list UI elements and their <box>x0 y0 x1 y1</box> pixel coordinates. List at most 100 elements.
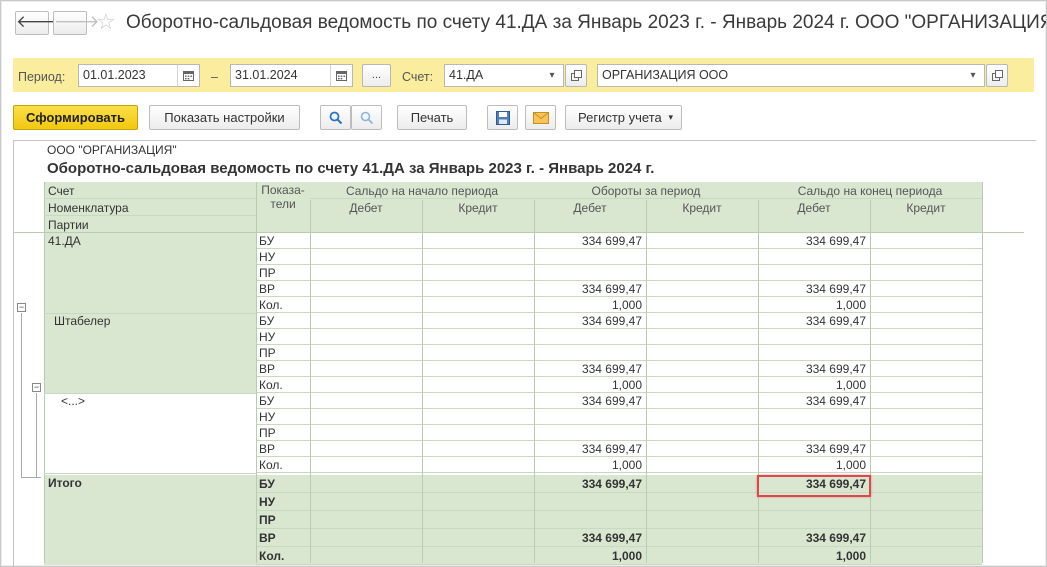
calendar-icon[interactable] <box>330 65 352 86</box>
print-button[interactable]: Печать <box>397 105 467 130</box>
column-divider <box>646 200 647 563</box>
row-indicator: БУ <box>259 477 275 491</box>
closing-debit-value: 334 699,47 <box>805 394 866 408</box>
header-divider <box>44 198 256 199</box>
generate-button[interactable]: Сформировать <box>13 105 138 130</box>
row-label[interactable]: Штабелер <box>54 313 110 329</box>
row-indicator: БУ <box>259 234 275 248</box>
email-button[interactable] <box>525 105 556 130</box>
report-sheet[interactable]: ООО "ОРГАНИЗАЦИЯ" Оборотно-сальдовая вед… <box>13 140 1036 566</box>
turnover-debit-value: 334 699,47 <box>581 314 642 328</box>
header-account: Счет <box>48 184 75 198</box>
organization-field[interactable]: ОРГАНИЗАЦИЯ ООО ▾ <box>597 64 985 87</box>
search-button[interactable] <box>320 105 351 130</box>
turnover-debit-value: 334 699,47 <box>581 477 642 491</box>
row-indicator: НУ <box>259 330 276 344</box>
header-opening-balance: Сальдо на начало периода <box>345 184 499 198</box>
turnover-debit-value: 334 699,47 <box>581 234 642 248</box>
total-row-background <box>256 511 982 529</box>
period-select-button[interactable]: ... <box>362 64 391 87</box>
row-indicator: ВР <box>259 282 276 296</box>
turnover-debit-value: 334 699,47 <box>581 531 642 545</box>
chevron-down-icon[interactable]: ▾ <box>962 65 984 86</box>
report-org: ООО "ОРГАНИЗАЦИЯ" <box>47 143 177 157</box>
tree-line <box>36 393 37 477</box>
period-dash: – <box>211 70 218 84</box>
header-divider <box>44 215 256 216</box>
row-indicator: ВР <box>259 442 276 456</box>
row-indicator: ПР <box>259 513 276 527</box>
column-divider <box>44 182 45 563</box>
turnover-debit-value: 1,000 <box>611 298 642 312</box>
closing-debit-value: 334 699,47 <box>805 362 866 376</box>
row-divider <box>256 564 982 565</box>
row-indicator: ВР <box>259 362 276 376</box>
open-organization-button[interactable] <box>986 64 1008 87</box>
open-icon <box>570 70 582 81</box>
report-title: Оборотно-сальдовая ведомость по счету 41… <box>47 160 655 177</box>
header-batches: Партии <box>48 218 89 232</box>
group-divider <box>44 393 256 394</box>
closing-debit-value: 334 699,47 <box>805 234 866 248</box>
row-indicator: ПР <box>259 346 276 360</box>
header-divider <box>310 198 982 199</box>
row-indicator: Кол. <box>259 378 283 392</box>
save-icon <box>496 111 510 125</box>
column-divider <box>256 182 257 563</box>
date-to-field[interactable]: 31.01.2024 <box>230 64 353 87</box>
turnover-debit-value: 1,000 <box>611 549 642 563</box>
account-field[interactable]: 41.ДА ▾ <box>444 64 564 87</box>
row-label[interactable]: Итого <box>48 475 82 491</box>
closing-debit-value: 1,000 <box>835 378 866 392</box>
row-indicator: Кол. <box>259 549 285 563</box>
row-indicator: ПР <box>259 266 276 280</box>
header-turnover-debit: Дебет <box>573 201 607 215</box>
column-divider <box>758 200 759 563</box>
period-label: Период: <box>18 70 66 84</box>
row-indicator: БУ <box>259 314 275 328</box>
turnover-debit-value: 334 699,47 <box>581 282 642 296</box>
open-icon <box>991 70 1003 81</box>
column-divider <box>422 200 423 563</box>
closing-debit-value: 334 699,47 <box>805 442 866 456</box>
row-indicator: Кол. <box>259 298 283 312</box>
column-divider <box>534 200 535 563</box>
forward-button[interactable]: 🡒 <box>53 11 100 35</box>
row-label[interactable]: <...> <box>61 393 85 409</box>
header-opening-credit: Кредит <box>458 201 498 215</box>
total-row-background <box>256 493 982 511</box>
closing-debit-value: 1,000 <box>835 549 866 563</box>
register-label: Регистр учета <box>578 110 662 125</box>
account-label: Счет: <box>402 70 434 84</box>
tree-line <box>21 313 22 477</box>
register-dropdown-button[interactable]: Регистр учета ▾ <box>565 105 682 130</box>
header-divider <box>14 232 1024 233</box>
turnover-debit-value: 1,000 <box>611 378 642 392</box>
row-label[interactable]: 41.ДА <box>48 233 81 249</box>
collapse-toggle-icon[interactable]: − <box>32 383 41 392</box>
organization-value: ОРГАНИЗАЦИЯ ООО <box>602 68 729 82</box>
favorite-star-icon[interactable]: ☆ <box>96 9 116 35</box>
window: 🡐 🡒 ☆ Оборотно-сальдовая ведомость по сч… <box>0 0 1047 567</box>
envelope-icon <box>533 112 549 124</box>
closing-debit-value: 334 699,47 <box>805 314 866 328</box>
back-button[interactable]: 🡐 <box>15 11 62 35</box>
show-settings-button[interactable]: Показать настройки <box>149 105 300 130</box>
turnover-debit-value: 334 699,47 <box>581 442 642 456</box>
search-icon <box>329 111 343 125</box>
chevron-down-icon[interactable]: ▾ <box>541 65 563 86</box>
open-account-button[interactable] <box>565 64 587 87</box>
date-from-value: 01.01.2023 <box>83 68 146 82</box>
calendar-icon[interactable] <box>177 65 199 86</box>
row-indicator: ПР <box>259 426 276 440</box>
closing-debit-value: 334 699,47 <box>805 531 866 545</box>
search-next-icon <box>360 111 374 125</box>
closing-debit-value: 1,000 <box>835 298 866 312</box>
tree-line <box>21 477 41 478</box>
collapse-toggle-icon[interactable]: − <box>17 303 26 312</box>
search-next-button[interactable] <box>351 105 382 130</box>
save-button[interactable] <box>487 105 518 130</box>
date-from-field[interactable]: 01.01.2023 <box>78 64 200 87</box>
date-to-value: 31.01.2024 <box>235 68 298 82</box>
highlighted-total-cell <box>757 475 871 497</box>
